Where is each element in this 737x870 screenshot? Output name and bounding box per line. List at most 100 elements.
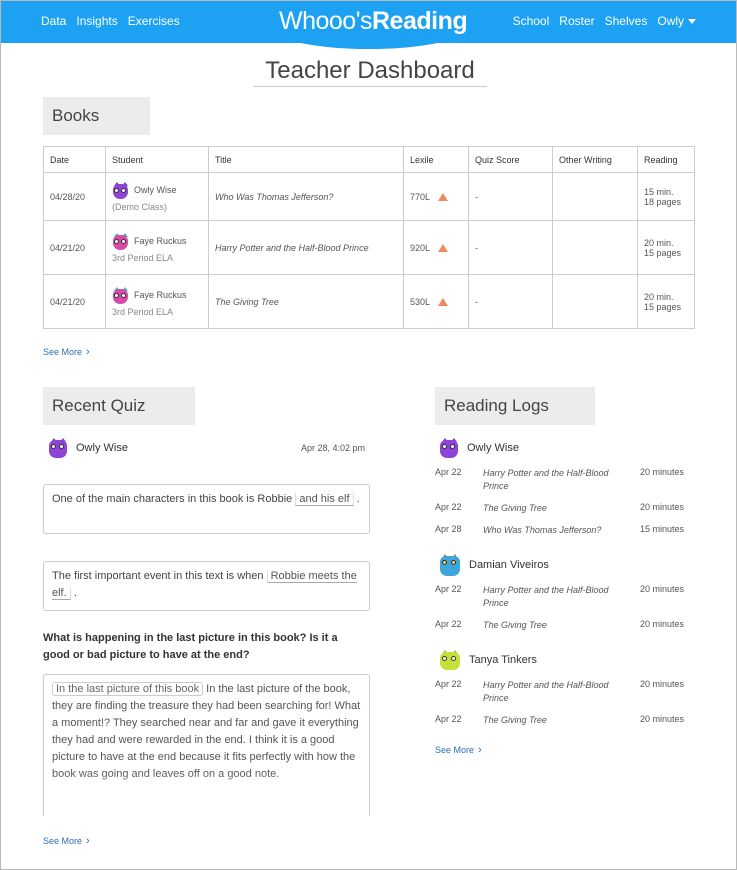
nav-data[interactable]: Data — [41, 14, 66, 28]
quiz-user-name[interactable]: Owly Wise — [76, 442, 128, 454]
cell-title[interactable]: Who Was Thomas Jefferson? — [208, 172, 404, 221]
owl-avatar-icon — [112, 181, 129, 199]
q1-answer: and his elf — [295, 493, 354, 506]
answer-fade-overlay — [44, 771, 369, 816]
nav-left: Data Insights Exercises — [41, 14, 180, 28]
col-lexile: Lexile — [403, 146, 469, 173]
log-title[interactable]: The Giving Tree — [483, 502, 633, 515]
nav-exercises[interactable]: Exercises — [128, 14, 180, 28]
log-title[interactable]: Harry Potter and the Half-Blood Prince — [483, 467, 633, 493]
chevron-right-icon: › — [478, 744, 482, 756]
cell-lexile: 920L — [403, 220, 469, 275]
reading-pages: 18 pages — [644, 196, 682, 207]
reading-minutes: 15 min. — [644, 186, 674, 197]
cell-date: 04/28/20 — [43, 172, 106, 221]
chevron-right-icon: › — [86, 835, 90, 847]
log-entry: Apr 28 Who Was Thomas Jefferson? 15 minu… — [435, 524, 695, 537]
col-date: Date — [43, 146, 106, 173]
log-title[interactable]: Harry Potter and the Half-Blood Prince — [483, 679, 633, 705]
q2-text: The first important event in this text i… — [52, 570, 264, 582]
col-title: Title — [208, 146, 404, 173]
log-minutes: 20 minutes — [640, 679, 685, 689]
owl-avatar-icon — [439, 554, 461, 576]
nav-right: School Roster Shelves Owly — [513, 14, 696, 28]
col-other-writing: Other Writing — [552, 146, 638, 173]
cell-lexile: 530L — [403, 274, 469, 329]
nav-school[interactable]: School — [513, 14, 550, 28]
table-row[interactable]: 04/21/20 Faye Ruckus 3rd Period ELA — [43, 274, 695, 329]
cell-other-writing — [552, 172, 638, 221]
log-title[interactable]: The Giving Tree — [483, 714, 633, 727]
table-row[interactable]: 04/28/20 Owly Wise (Demo Class) Who Was … — [43, 172, 695, 221]
owl-avatar-icon — [439, 650, 461, 670]
log-minutes: 20 minutes — [640, 714, 685, 724]
log-student-name[interactable]: Damian Viveiros — [469, 559, 549, 571]
log-entry: Apr 22 The Giving Tree 20 minutes — [435, 502, 695, 515]
cell-other-writing — [552, 274, 638, 329]
log-entry: Apr 22 The Giving Tree 20 minutes — [435, 619, 695, 632]
see-more-label: See More — [43, 347, 83, 357]
page-title: Teacher Dashboard — [253, 57, 487, 87]
owl-avatar-icon — [439, 438, 459, 458]
user-menu-label: Owly — [657, 14, 684, 28]
books-heading: Books — [43, 97, 150, 135]
quiz-see-more-link[interactable]: See More › — [43, 835, 90, 847]
cell-quiz-score: - — [468, 172, 553, 221]
lexile-value: 770L — [410, 191, 431, 202]
q3-prompt-pill: In the last picture of this book — [52, 682, 204, 696]
log-student-name[interactable]: Owly Wise — [467, 442, 519, 454]
student-name[interactable]: Faye Ruckus — [134, 290, 187, 300]
cell-student: Faye Ruckus 3rd Period ELA — [105, 274, 209, 329]
logo-bold: Reading — [371, 7, 468, 35]
cell-date: 04/21/20 — [43, 220, 106, 275]
cell-title[interactable]: Harry Potter and the Half-Blood Prince — [208, 220, 404, 275]
col-student: Student — [105, 146, 209, 173]
user-menu[interactable]: Owly — [657, 14, 696, 28]
cell-quiz-score: - — [468, 274, 553, 329]
cell-reading: 20 min. 15 pages — [637, 220, 695, 275]
nav-shelves[interactable]: Shelves — [605, 14, 648, 28]
reading-pages: 15 pages — [644, 247, 682, 258]
col-quiz-score: Quiz Score — [468, 146, 553, 173]
log-title[interactable]: Who Was Thomas Jefferson? — [483, 524, 633, 537]
nav-roster[interactable]: Roster — [559, 14, 594, 28]
table-row[interactable]: 04/21/20 Faye Ruckus 3rd Period ELA — [43, 220, 695, 275]
log-date: Apr 22 — [435, 619, 462, 629]
log-date: Apr 22 — [435, 584, 462, 594]
reading-minutes: 20 min. — [644, 237, 674, 248]
owl-avatar-icon — [112, 232, 129, 250]
books-table: Date Student Title Lexile Quiz Score Oth… — [43, 146, 695, 329]
log-title[interactable]: Harry Potter and the Half-Blood Prince — [483, 584, 633, 610]
log-entry: Apr 22 Harry Potter and the Half-Blood P… — [435, 467, 695, 493]
log-title[interactable]: The Giving Tree — [483, 619, 633, 632]
student-class: 3rd Period ELA — [112, 306, 174, 317]
log-entry: Apr 22 Harry Potter and the Half-Blood P… — [435, 584, 695, 610]
cell-student: Owly Wise (Demo Class) — [105, 172, 209, 221]
cell-reading: 20 min. 15 pages — [637, 274, 695, 329]
cell-quiz-score: - — [468, 220, 553, 275]
table-header-row: Date Student Title Lexile Quiz Score Oth… — [43, 146, 695, 173]
see-more-label: See More — [43, 836, 83, 846]
see-more-label: See More — [435, 745, 475, 755]
log-student: Owly Wise — [439, 438, 519, 458]
q2-end: . — [73, 587, 77, 599]
log-entry: Apr 22 The Giving Tree 20 minutes — [435, 714, 695, 727]
log-minutes: 20 minutes — [640, 584, 685, 594]
student-name[interactable]: Owly Wise — [134, 185, 177, 195]
cell-title[interactable]: The Giving Tree — [208, 274, 404, 329]
nav-insights[interactable]: Insights — [76, 14, 117, 28]
logs-see-more-link[interactable]: See More › — [435, 744, 482, 756]
logo[interactable]: Whooo'sReading — [279, 7, 468, 36]
log-student-name[interactable]: Tanya Tinkers — [469, 654, 537, 666]
cell-date: 04/21/20 — [43, 274, 106, 329]
quiz-user: Owly Wise — [48, 438, 128, 458]
log-minutes: 20 minutes — [640, 619, 685, 629]
recent-quiz-heading: Recent Quiz — [43, 387, 195, 425]
books-see-more-link[interactable]: See More › — [43, 346, 90, 358]
student-name[interactable]: Faye Ruckus — [134, 236, 187, 246]
cell-lexile: 770L — [403, 172, 469, 221]
student-class: (Demo Class) — [112, 201, 168, 212]
log-date: Apr 22 — [435, 714, 462, 724]
caret-down-icon — [688, 19, 696, 25]
q3-answer: In the last picture of the book, they ar… — [52, 683, 361, 780]
